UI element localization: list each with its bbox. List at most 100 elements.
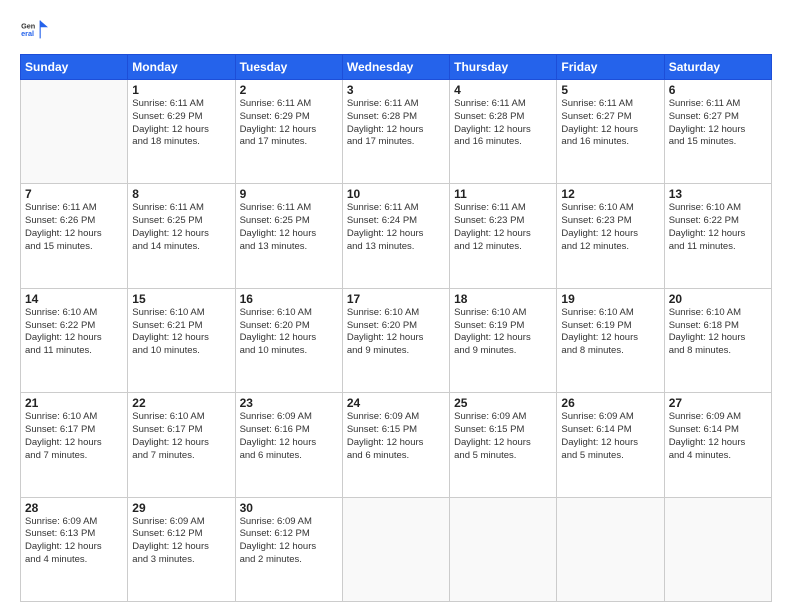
day-number: 3 [347,83,445,97]
calendar-cell: 21Sunrise: 6:10 AM Sunset: 6:17 PM Dayli… [21,393,128,497]
day-number: 28 [25,501,123,515]
calendar-cell: 16Sunrise: 6:10 AM Sunset: 6:20 PM Dayli… [235,288,342,392]
calendar: SundayMondayTuesdayWednesdayThursdayFrid… [20,54,772,602]
calendar-cell: 26Sunrise: 6:09 AM Sunset: 6:14 PM Dayli… [557,393,664,497]
calendar-week-row: 21Sunrise: 6:10 AM Sunset: 6:17 PM Dayli… [21,393,772,497]
calendar-cell: 25Sunrise: 6:09 AM Sunset: 6:15 PM Dayli… [450,393,557,497]
calendar-cell [450,497,557,601]
day-info: Sunrise: 6:11 AM Sunset: 6:24 PM Dayligh… [347,202,445,253]
day-of-week-header: Tuesday [235,55,342,80]
calendar-cell: 8Sunrise: 6:11 AM Sunset: 6:25 PM Daylig… [128,184,235,288]
day-info: Sunrise: 6:11 AM Sunset: 6:25 PM Dayligh… [240,202,338,253]
day-info: Sunrise: 6:11 AM Sunset: 6:23 PM Dayligh… [454,202,552,253]
day-number: 10 [347,187,445,201]
day-info: Sunrise: 6:11 AM Sunset: 6:29 PM Dayligh… [132,98,230,149]
calendar-cell [21,80,128,184]
day-number: 24 [347,396,445,410]
day-info: Sunrise: 6:10 AM Sunset: 6:21 PM Dayligh… [132,307,230,358]
day-number: 25 [454,396,552,410]
day-info: Sunrise: 6:11 AM Sunset: 6:28 PM Dayligh… [347,98,445,149]
day-number: 13 [669,187,767,201]
day-number: 9 [240,187,338,201]
day-info: Sunrise: 6:09 AM Sunset: 6:13 PM Dayligh… [25,516,123,567]
day-of-week-header: Thursday [450,55,557,80]
day-number: 8 [132,187,230,201]
header: General [20,16,772,44]
calendar-cell: 11Sunrise: 6:11 AM Sunset: 6:23 PM Dayli… [450,184,557,288]
day-number: 23 [240,396,338,410]
calendar-week-row: 7Sunrise: 6:11 AM Sunset: 6:26 PM Daylig… [21,184,772,288]
day-number: 29 [132,501,230,515]
calendar-week-row: 1Sunrise: 6:11 AM Sunset: 6:29 PM Daylig… [21,80,772,184]
calendar-cell: 6Sunrise: 6:11 AM Sunset: 6:27 PM Daylig… [664,80,771,184]
day-number: 27 [669,396,767,410]
calendar-cell: 4Sunrise: 6:11 AM Sunset: 6:28 PM Daylig… [450,80,557,184]
day-number: 12 [561,187,659,201]
day-number: 5 [561,83,659,97]
calendar-cell: 23Sunrise: 6:09 AM Sunset: 6:16 PM Dayli… [235,393,342,497]
calendar-cell: 19Sunrise: 6:10 AM Sunset: 6:19 PM Dayli… [557,288,664,392]
calendar-header-row: SundayMondayTuesdayWednesdayThursdayFrid… [21,55,772,80]
calendar-cell: 13Sunrise: 6:10 AM Sunset: 6:22 PM Dayli… [664,184,771,288]
calendar-cell [664,497,771,601]
day-info: Sunrise: 6:09 AM Sunset: 6:12 PM Dayligh… [240,516,338,567]
calendar-cell: 7Sunrise: 6:11 AM Sunset: 6:26 PM Daylig… [21,184,128,288]
day-number: 7 [25,187,123,201]
day-info: Sunrise: 6:10 AM Sunset: 6:19 PM Dayligh… [454,307,552,358]
day-info: Sunrise: 6:11 AM Sunset: 6:27 PM Dayligh… [669,98,767,149]
day-number: 26 [561,396,659,410]
calendar-cell: 5Sunrise: 6:11 AM Sunset: 6:27 PM Daylig… [557,80,664,184]
day-info: Sunrise: 6:11 AM Sunset: 6:25 PM Dayligh… [132,202,230,253]
day-number: 15 [132,292,230,306]
day-number: 14 [25,292,123,306]
day-info: Sunrise: 6:10 AM Sunset: 6:20 PM Dayligh… [240,307,338,358]
calendar-cell: 22Sunrise: 6:10 AM Sunset: 6:17 PM Dayli… [128,393,235,497]
calendar-cell: 29Sunrise: 6:09 AM Sunset: 6:12 PM Dayli… [128,497,235,601]
day-number: 6 [669,83,767,97]
calendar-cell: 9Sunrise: 6:11 AM Sunset: 6:25 PM Daylig… [235,184,342,288]
day-number: 4 [454,83,552,97]
calendar-cell: 15Sunrise: 6:10 AM Sunset: 6:21 PM Dayli… [128,288,235,392]
calendar-cell: 2Sunrise: 6:11 AM Sunset: 6:29 PM Daylig… [235,80,342,184]
day-of-week-header: Monday [128,55,235,80]
day-info: Sunrise: 6:09 AM Sunset: 6:15 PM Dayligh… [347,411,445,462]
logo: General [20,16,52,44]
day-number: 18 [454,292,552,306]
day-info: Sunrise: 6:10 AM Sunset: 6:22 PM Dayligh… [669,202,767,253]
calendar-cell: 1Sunrise: 6:11 AM Sunset: 6:29 PM Daylig… [128,80,235,184]
day-info: Sunrise: 6:10 AM Sunset: 6:18 PM Dayligh… [669,307,767,358]
calendar-cell: 14Sunrise: 6:10 AM Sunset: 6:22 PM Dayli… [21,288,128,392]
calendar-cell: 18Sunrise: 6:10 AM Sunset: 6:19 PM Dayli… [450,288,557,392]
calendar-week-row: 28Sunrise: 6:09 AM Sunset: 6:13 PM Dayli… [21,497,772,601]
day-number: 11 [454,187,552,201]
day-info: Sunrise: 6:10 AM Sunset: 6:17 PM Dayligh… [132,411,230,462]
day-of-week-header: Friday [557,55,664,80]
day-number: 1 [132,83,230,97]
day-number: 17 [347,292,445,306]
logo-icon: General [20,16,48,44]
calendar-cell: 10Sunrise: 6:11 AM Sunset: 6:24 PM Dayli… [342,184,449,288]
calendar-cell: 20Sunrise: 6:10 AM Sunset: 6:18 PM Dayli… [664,288,771,392]
calendar-cell: 27Sunrise: 6:09 AM Sunset: 6:14 PM Dayli… [664,393,771,497]
day-info: Sunrise: 6:11 AM Sunset: 6:29 PM Dayligh… [240,98,338,149]
day-info: Sunrise: 6:11 AM Sunset: 6:26 PM Dayligh… [25,202,123,253]
calendar-cell [557,497,664,601]
day-of-week-header: Wednesday [342,55,449,80]
calendar-cell: 3Sunrise: 6:11 AM Sunset: 6:28 PM Daylig… [342,80,449,184]
day-number: 2 [240,83,338,97]
svg-text:eral: eral [21,29,34,38]
calendar-cell: 17Sunrise: 6:10 AM Sunset: 6:20 PM Dayli… [342,288,449,392]
day-number: 20 [669,292,767,306]
day-info: Sunrise: 6:11 AM Sunset: 6:27 PM Dayligh… [561,98,659,149]
day-info: Sunrise: 6:10 AM Sunset: 6:22 PM Dayligh… [25,307,123,358]
day-info: Sunrise: 6:09 AM Sunset: 6:14 PM Dayligh… [561,411,659,462]
day-number: 30 [240,501,338,515]
day-info: Sunrise: 6:10 AM Sunset: 6:19 PM Dayligh… [561,307,659,358]
day-number: 19 [561,292,659,306]
day-info: Sunrise: 6:09 AM Sunset: 6:15 PM Dayligh… [454,411,552,462]
day-info: Sunrise: 6:10 AM Sunset: 6:17 PM Dayligh… [25,411,123,462]
day-number: 16 [240,292,338,306]
page: General SundayMondayTuesdayWednesdayThur… [0,0,792,612]
day-of-week-header: Saturday [664,55,771,80]
day-info: Sunrise: 6:09 AM Sunset: 6:12 PM Dayligh… [132,516,230,567]
